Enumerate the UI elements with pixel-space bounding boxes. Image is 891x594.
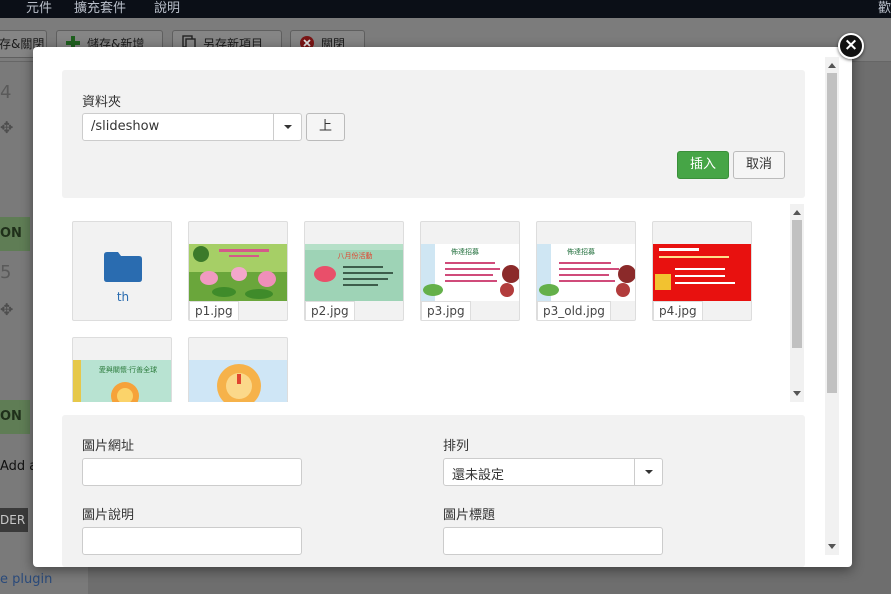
plugin-link[interactable]: e plugin xyxy=(0,572,52,587)
modal-close-icon[interactable]: × xyxy=(838,33,864,59)
add-text: Add a xyxy=(0,459,38,474)
p3-old-banner-text: 佈達招募 xyxy=(567,247,595,256)
image-picker-modal: 資料夾 /slideshow 上 插入 取消 th p1.jpg 八月份活動 p… xyxy=(33,47,852,567)
row-number: 4 xyxy=(0,82,12,103)
folder-select[interactable]: /slideshow xyxy=(82,113,302,141)
folder-tile[interactable]: th xyxy=(72,221,172,321)
gallery-scrollbar-thumb[interactable] xyxy=(792,220,802,348)
image-title-label: 圖片標題 xyxy=(443,508,496,523)
status-on-badge[interactable]: ON xyxy=(0,400,30,434)
modal-scrollbar[interactable] xyxy=(825,57,839,555)
menu-item-help[interactable]: 說明 xyxy=(154,0,180,16)
folder-name: th xyxy=(116,290,130,304)
move-handle-icon[interactable]: ✥ xyxy=(0,300,13,319)
image-filename: p1.jpg xyxy=(189,301,239,320)
chevron-down-icon xyxy=(645,470,653,474)
folder-up-button[interactable]: 上 xyxy=(306,113,345,141)
image-tile[interactable]: 佈達招募 p3.jpg xyxy=(420,221,520,321)
image-tile[interactable]: 八月份活動 p2.jpg xyxy=(304,221,404,321)
image-filename: p4.jpg xyxy=(653,301,703,320)
image-description-label: 圖片說明 xyxy=(82,508,135,523)
thumbnail-p1 xyxy=(189,244,287,301)
menu-item-extensions[interactable]: 擴充套件 xyxy=(74,0,126,16)
image-tile[interactable]: 愛與關懷·行善全球 xyxy=(72,337,172,402)
image-description-input[interactable] xyxy=(82,527,302,555)
align-select-toggle[interactable] xyxy=(634,459,662,485)
love-care-banner-text: 愛與關懷·行善全球 xyxy=(99,365,157,374)
folder-select-toggle[interactable] xyxy=(273,114,301,140)
image-filename: p2.jpg xyxy=(305,301,355,320)
image-filename: p3.jpg xyxy=(421,301,471,320)
image-gallery: th p1.jpg 八月份活動 p2.jpg 佈達招募 p3.jpg 佈達招募 … xyxy=(62,204,805,402)
folder-label: 資料夾 xyxy=(82,95,122,110)
folder-select-value: /slideshow xyxy=(91,119,160,134)
thumbnail-p2: 八月份活動 xyxy=(305,244,403,301)
thumbnail-love-care: 愛與關懷·行善全球 xyxy=(73,360,171,402)
image-tile[interactable] xyxy=(188,337,288,402)
folder-icon xyxy=(104,252,142,282)
image-tile[interactable]: p1.jpg xyxy=(188,221,288,321)
scroll-down-arrow-icon[interactable] xyxy=(793,391,801,396)
scroll-up-arrow-icon[interactable] xyxy=(793,210,801,215)
image-tile[interactable]: 佈達招募 p3_old.jpg xyxy=(536,221,636,321)
align-select-value: 還未設定 xyxy=(452,468,505,483)
folder-panel: 資料夾 /slideshow 上 插入 取消 xyxy=(62,70,805,198)
thumbnail-candle xyxy=(189,360,287,402)
p3-banner-text: 佈達招募 xyxy=(451,247,479,256)
modal-scrollbar-thumb[interactable] xyxy=(827,73,837,393)
image-filename: p3_old.jpg xyxy=(537,301,611,320)
image-title-input[interactable] xyxy=(443,527,663,555)
thumbnail-p4 xyxy=(653,244,751,301)
der-label: DER xyxy=(0,508,28,532)
p2-banner-text: 八月份活動 xyxy=(338,251,373,260)
move-handle-icon[interactable]: ✥ xyxy=(0,118,13,137)
image-url-label: 圖片網址 xyxy=(82,439,135,454)
top-menu-bar: 元件 擴充套件 說明 歡 xyxy=(0,0,891,18)
image-tile[interactable]: p4.jpg xyxy=(652,221,752,321)
der-text: DER xyxy=(0,513,26,527)
image-properties-form: 圖片網址 排列 還未設定 圖片說明 圖片標題 xyxy=(62,415,805,567)
gallery-scrollbar[interactable] xyxy=(790,204,804,402)
cancel-button[interactable]: 取消 xyxy=(733,151,785,179)
row-number: 5 xyxy=(0,262,12,283)
menu-item-components[interactable]: 元件 xyxy=(26,0,52,16)
align-label: 排列 xyxy=(443,439,470,454)
chevron-down-icon xyxy=(284,125,292,129)
menu-item-right[interactable]: 歡 xyxy=(878,0,891,16)
thumbnail-p3: 佈達招募 xyxy=(421,244,519,301)
scroll-down-arrow-icon[interactable] xyxy=(828,544,836,549)
insert-button[interactable]: 插入 xyxy=(677,151,729,179)
image-url-input[interactable] xyxy=(82,458,302,486)
scroll-up-arrow-icon[interactable] xyxy=(828,63,836,68)
thumbnail-p3-old: 佈達招募 xyxy=(537,244,635,301)
status-on-badge[interactable]: ON xyxy=(0,217,30,251)
align-select[interactable]: 還未設定 xyxy=(443,458,663,486)
